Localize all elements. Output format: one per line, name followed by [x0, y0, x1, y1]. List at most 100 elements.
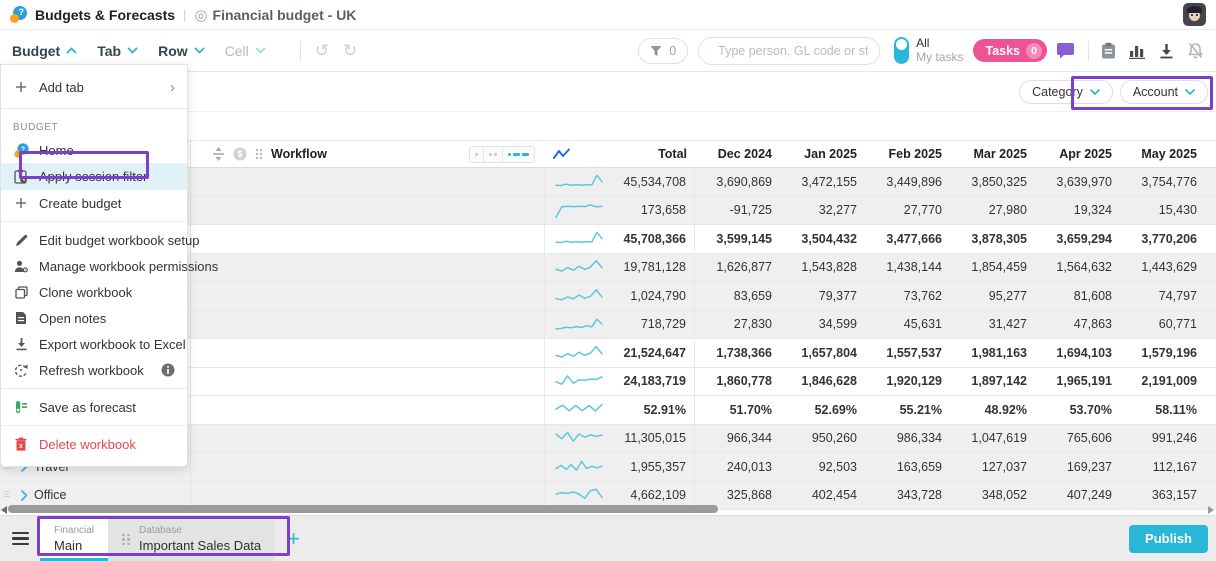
- value-cell[interactable]: 991,246: [1120, 425, 1205, 453]
- value-cell[interactable]: 127,037: [950, 453, 1035, 481]
- menu-item-clone-workbook[interactable]: Clone workbook: [1, 279, 187, 305]
- total-cell[interactable]: 21,524,647: [605, 339, 695, 367]
- value-cell[interactable]: 15,430: [1120, 197, 1205, 225]
- value-cell[interactable]: 240,013: [695, 453, 780, 481]
- drag-handle-icon[interactable]: [255, 148, 263, 160]
- value-cell[interactable]: 3,770,206: [1120, 225, 1205, 253]
- workflow-cell[interactable]: [190, 368, 545, 396]
- menu-item-home[interactable]: ?Home: [1, 137, 187, 163]
- sheet-tab-important-sales-data[interactable]: DatabaseImportant Sales Data: [108, 518, 275, 561]
- value-cell[interactable]: 2,191,009: [1120, 368, 1205, 396]
- menu-item-open-notes[interactable]: Open notes: [1, 305, 187, 331]
- value-cell[interactable]: 52.69%: [780, 396, 865, 424]
- value-cell[interactable]: 27,770: [865, 197, 950, 225]
- value-cell[interactable]: 163,659: [865, 453, 950, 481]
- clipboard-icon[interactable]: [1101, 42, 1116, 59]
- row-label[interactable]: Office: [34, 488, 66, 502]
- value-cell[interactable]: 363,157: [1120, 482, 1205, 510]
- workflow-cell[interactable]: [190, 168, 545, 196]
- density-option-detailed[interactable]: [503, 147, 534, 162]
- value-cell[interactable]: 1,981,163: [950, 339, 1035, 367]
- total-cell[interactable]: 45,534,708: [605, 168, 695, 196]
- value-cell[interactable]: 55.21%: [865, 396, 950, 424]
- value-cell[interactable]: 83,659: [695, 282, 780, 310]
- category-dropdown[interactable]: Category: [1019, 80, 1113, 104]
- total-cell[interactable]: 52.91%: [605, 396, 695, 424]
- workflow-cell[interactable]: [190, 225, 545, 253]
- value-cell[interactable]: 966,344: [695, 425, 780, 453]
- value-cell[interactable]: 19,324: [1035, 197, 1120, 225]
- publish-button[interactable]: Publish: [1129, 525, 1208, 553]
- notifications-muted-icon[interactable]: [1187, 42, 1204, 59]
- row-resize-icon[interactable]: [212, 147, 225, 161]
- value-cell[interactable]: 1,846,628: [780, 368, 865, 396]
- value-cell[interactable]: 51.70%: [695, 396, 780, 424]
- value-cell[interactable]: 1,738,366: [695, 339, 780, 367]
- workflow-cell[interactable]: [190, 282, 545, 310]
- menu-item-add-tab[interactable]: Add tab›: [1, 71, 187, 103]
- expand-chevron-icon[interactable]: [21, 490, 28, 501]
- value-cell[interactable]: 27,830: [695, 311, 780, 339]
- value-cell[interactable]: 765,606: [1035, 425, 1120, 453]
- value-cell[interactable]: 74,797: [1120, 282, 1205, 310]
- value-cell[interactable]: 402,454: [780, 482, 865, 510]
- hscroll-right-arrow[interactable]: [1208, 506, 1214, 514]
- value-cell[interactable]: 1,920,129: [865, 368, 950, 396]
- value-cell[interactable]: 1,557,537: [865, 339, 950, 367]
- value-cell[interactable]: 45,631: [865, 311, 950, 339]
- value-cell[interactable]: 348,052: [950, 482, 1035, 510]
- value-cell[interactable]: 1,626,877: [695, 254, 780, 282]
- total-cell[interactable]: 1,955,357: [605, 453, 695, 481]
- row-density-control[interactable]: [469, 146, 535, 163]
- row-menu-button[interactable]: Row: [158, 43, 205, 59]
- value-cell[interactable]: 1,854,459: [950, 254, 1035, 282]
- value-cell[interactable]: 31,427: [950, 311, 1035, 339]
- filter-button[interactable]: 0: [638, 38, 688, 64]
- value-cell[interactable]: 34,599: [780, 311, 865, 339]
- value-cell[interactable]: 3,878,305: [950, 225, 1035, 253]
- value-cell[interactable]: 1,438,144: [865, 254, 950, 282]
- value-cell[interactable]: 3,639,970: [1035, 168, 1120, 196]
- density-option-medium[interactable]: [484, 147, 503, 162]
- value-cell[interactable]: 3,754,776: [1120, 168, 1205, 196]
- value-cell[interactable]: 32,277: [780, 197, 865, 225]
- menu-item-edit-budget-workbook-setup[interactable]: Edit budget workbook setup: [1, 227, 187, 253]
- value-cell[interactable]: 95,277: [950, 282, 1035, 310]
- total-cell[interactable]: 19,781,128: [605, 254, 695, 282]
- value-cell[interactable]: 1,897,142: [950, 368, 1035, 396]
- workflow-cell[interactable]: [190, 197, 545, 225]
- total-cell[interactable]: 11,305,015: [605, 425, 695, 453]
- value-cell[interactable]: 3,659,294: [1035, 225, 1120, 253]
- value-cell[interactable]: 1,543,828: [780, 254, 865, 282]
- value-cell[interactable]: 1,860,778: [695, 368, 780, 396]
- value-cell[interactable]: 1,965,191: [1035, 368, 1120, 396]
- value-cell[interactable]: 81,608: [1035, 282, 1120, 310]
- density-option-compact[interactable]: [470, 147, 484, 162]
- value-cell[interactable]: 169,237: [1035, 453, 1120, 481]
- currency-status-icon[interactable]: $: [233, 147, 247, 161]
- sheet-tab-main[interactable]: FinancialMain: [40, 518, 108, 561]
- menu-item-save-as-forecast[interactable]: Save as forecast: [1, 394, 187, 420]
- value-cell[interactable]: 3,504,432: [780, 225, 865, 253]
- value-cell[interactable]: 343,728: [865, 482, 950, 510]
- value-cell[interactable]: 3,690,869: [695, 168, 780, 196]
- value-cell[interactable]: 1,564,632: [1035, 254, 1120, 282]
- value-cell[interactable]: 407,249: [1035, 482, 1120, 510]
- value-cell[interactable]: 950,260: [780, 425, 865, 453]
- workflow-cell[interactable]: [190, 453, 545, 481]
- total-cell[interactable]: 173,658: [605, 197, 695, 225]
- value-cell[interactable]: 112,167: [1120, 453, 1205, 481]
- value-cell[interactable]: 79,377: [780, 282, 865, 310]
- value-cell[interactable]: 53.70%: [1035, 396, 1120, 424]
- value-cell[interactable]: 1,047,619: [950, 425, 1035, 453]
- value-cell[interactable]: 27,980: [950, 197, 1035, 225]
- account-dropdown[interactable]: Account: [1120, 80, 1208, 104]
- total-cell[interactable]: 45,708,366: [605, 225, 695, 253]
- download-icon[interactable]: [1159, 43, 1174, 59]
- value-cell[interactable]: 3,449,896: [865, 168, 950, 196]
- value-cell[interactable]: 3,599,145: [695, 225, 780, 253]
- value-cell[interactable]: -91,725: [695, 197, 780, 225]
- value-cell[interactable]: 1,443,629: [1120, 254, 1205, 282]
- value-cell[interactable]: 986,334: [865, 425, 950, 453]
- sheet-menu-button[interactable]: [0, 516, 40, 561]
